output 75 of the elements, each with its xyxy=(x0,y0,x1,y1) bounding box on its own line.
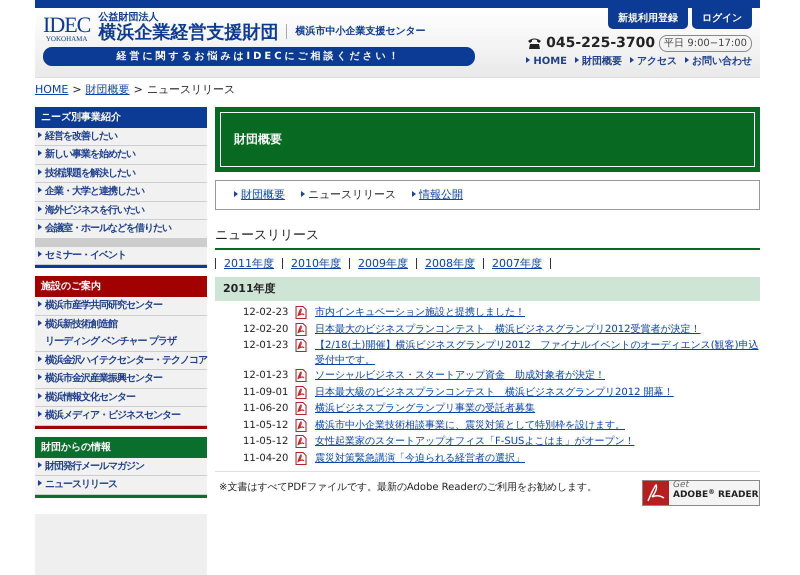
breadcrumb-separator: > xyxy=(134,82,143,98)
sidebar-item[interactable]: 横浜市金沢産業振興センター xyxy=(35,370,207,388)
year-link[interactable]: 2010年度 xyxy=(282,258,349,268)
sidebar-heading: 財団からの情報 xyxy=(35,436,207,458)
page-title-banner: 財団概要 xyxy=(215,106,760,172)
sidebar-item[interactable]: 横浜金沢ハイテクセンター・テクノコア xyxy=(35,352,207,370)
year-link[interactable]: 2007年度 xyxy=(483,258,550,268)
news-date: 11-05-12 xyxy=(242,418,290,432)
pdf-icon xyxy=(295,322,307,336)
sidebar-heading: ニーズ別事業紹介 xyxy=(35,106,207,128)
sidebar-item[interactable]: 海外ビジネスを行いたい xyxy=(35,202,207,220)
news-link[interactable]: ソーシャルビジネス・スタートアップ資金 助成対象者が決定！ xyxy=(315,368,605,383)
year-link[interactable]: 2011年度 xyxy=(215,258,282,268)
pdf-icon xyxy=(295,435,307,448)
sidebar-heading: 施設のご案内 xyxy=(35,276,207,297)
news-date: 12-01-23 xyxy=(242,339,290,353)
news-link[interactable]: 市内インキュベーション施設と提携しました！ xyxy=(315,305,525,320)
breadcrumb-link[interactable]: 財団概要 xyxy=(86,82,130,98)
news-date: 11-09-01 xyxy=(242,386,290,400)
center-name: 横浜市中小企業支援センター xyxy=(286,24,426,39)
business-hours: 平日 9:00−17:00 xyxy=(659,35,752,52)
phone-icon xyxy=(527,37,542,50)
phone-number: 045-225-3700 xyxy=(546,34,656,53)
news-link[interactable]: 震災対策緊急講演「今迫られる経営者の選択」 xyxy=(315,450,525,466)
sidebar-item[interactable]: 横浜メディア・ビジネスセンター xyxy=(35,407,207,426)
sidebar-item[interactable]: 経営を改善したい xyxy=(35,128,207,146)
sidebar-item[interactable]: セミナー・イベント xyxy=(35,246,207,265)
subnav-link[interactable]: 財団概要 xyxy=(234,186,285,203)
news-date: 12-01-23 xyxy=(242,369,290,383)
news-link[interactable]: 横浜市中小企業技術相談事業に、震災対策として特別枠を設けます。 xyxy=(315,418,625,432)
sidebar-item[interactable]: 企業・大学と連携したい xyxy=(35,183,207,202)
pdf-icon xyxy=(295,306,307,320)
slogan-banner: 経営に関するお悩みはIDECにご相談ください！ xyxy=(43,46,475,66)
news-date: 12-02-20 xyxy=(242,322,290,336)
sidebar-item[interactable]: 会議室・ホールなどを借りたい xyxy=(35,220,207,238)
news-link[interactable]: 【2/18(土)開催】横浜ビジネスグランプリ2012 ファイナルイベントのオーディエンス(観客)申込受付中です。 xyxy=(315,338,760,368)
pdf-icon xyxy=(295,386,307,399)
news-date: 11-06-20 xyxy=(242,402,290,416)
news-date: 11-04-20 xyxy=(242,452,290,466)
pdf-note: ※文書はすべてPDFファイルです。最新のAdobe Readerのご利用をお勧めします。 xyxy=(219,480,598,495)
breadcrumb-separator: > xyxy=(72,82,82,98)
org-name: 横浜企業経営支援財団 xyxy=(98,23,278,43)
header-link[interactable]: HOME xyxy=(526,54,567,69)
news-date: 12-02-23 xyxy=(242,306,290,320)
pdf-icon xyxy=(295,402,307,416)
breadcrumb-link[interactable]: HOME xyxy=(35,82,68,98)
pdf-icon xyxy=(295,418,307,432)
year-link[interactable]: 2008年度 xyxy=(416,258,483,268)
pdf-icon xyxy=(295,452,307,465)
year-link[interactable]: 2009年度 xyxy=(349,258,416,268)
year-heading: 2011年度 xyxy=(215,276,760,301)
subnav-current[interactable]: ニュースリリース xyxy=(301,186,396,203)
news-date: 11-05-12 xyxy=(242,435,290,449)
news-link[interactable]: 横浜ビジネスプラングランプリ事業の受託者募集 xyxy=(315,401,535,416)
org-type: 公益財団法人 xyxy=(98,12,158,23)
subnav-link[interactable]: 情報公開 xyxy=(412,186,463,203)
news-link[interactable]: 日本最大級のビジネスプランコンテスト 横浜ビジネスグランプリ2012 開幕！ xyxy=(315,384,674,400)
pdf-icon xyxy=(295,369,307,382)
header-tab-button[interactable]: 新規利用登録 xyxy=(608,8,688,29)
news-link[interactable]: 女性起業家のスタートアップオフィス「F-SUSよこはま」がオープン！ xyxy=(315,434,634,449)
adobe-reader-badge[interactable]: Get ADOBE$^{®}$ READER xyxy=(642,480,760,506)
section-heading: ニュースリリース xyxy=(215,226,760,250)
pdf-icon xyxy=(295,339,307,352)
breadcrumb-current: ニュースリリース xyxy=(146,82,235,98)
sidebar-item[interactable]: 新しい事業を始めたい xyxy=(35,146,207,164)
sidebar-item[interactable]: 技術課題を解決したい xyxy=(35,164,207,183)
sidebar-item[interactable]: ニュースリリース xyxy=(35,476,207,494)
header-link[interactable]: 財団概要 xyxy=(575,54,622,69)
header-tab-button[interactable]: ログイン xyxy=(692,8,752,29)
header-link[interactable]: お問い合わせ xyxy=(685,54,752,69)
header-link[interactable]: アクセス xyxy=(630,54,677,69)
sidebar-item[interactable]: 財団発行メールマガジン xyxy=(35,458,207,476)
sidebar-item[interactable]: 横浜市産学共同研究センター xyxy=(35,297,207,316)
news-link[interactable]: 日本最大のビジネスプランコンテスト 横浜ビジネスグランプリ2012受賞者が決定！ xyxy=(315,322,700,336)
sidebar-item[interactable]: 横浜情報文化センター xyxy=(35,388,207,407)
